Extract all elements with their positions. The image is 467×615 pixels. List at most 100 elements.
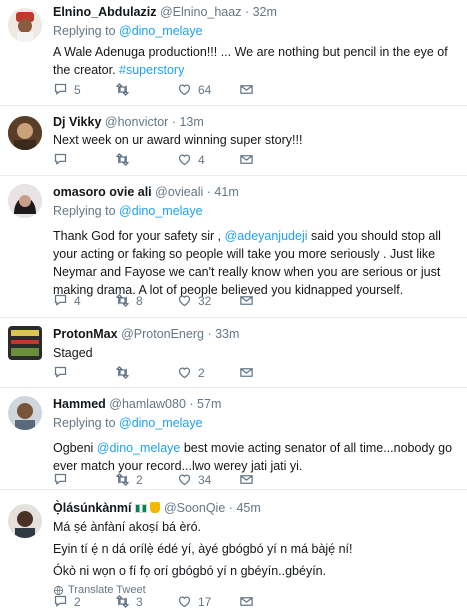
user-handle[interactable]: @ovieali [155, 185, 203, 199]
tweet-text: Thank God for your safety sir , @adeyanj… [53, 227, 459, 299]
display-name[interactable]: Hammed [53, 397, 106, 411]
retweet-button[interactable]: 8 [115, 293, 177, 308]
retweet-count: 2 [136, 472, 143, 487]
tweet-text: Staged [53, 346, 93, 360]
retweet-button[interactable] [115, 365, 177, 380]
tweet-2[interactable]: Dj Vikky @honvictor · 13m Next week on u… [0, 106, 467, 176]
message-button[interactable] [239, 82, 301, 97]
retweet-button[interactable]: 3 [115, 594, 177, 609]
tweet-text-part: Thank God for your safety sir , [53, 229, 225, 243]
retweet-count: 3 [136, 594, 143, 609]
tweet-text: Next week on ur award winning super stor… [53, 133, 303, 147]
like-icon [177, 365, 192, 380]
message-icon [239, 594, 254, 609]
avatar[interactable] [8, 326, 42, 360]
display-name[interactable]: Dj Vikky [53, 115, 101, 129]
user-handle[interactable]: @SoonQie [164, 501, 225, 515]
tweet-4[interactable]: ProtonMax @ProtonEnerg · 33m Staged 2 [0, 318, 467, 388]
reply-count: 5 [74, 82, 81, 97]
user-handle[interactable]: @hamlaw080 [109, 397, 186, 411]
message-button[interactable] [239, 594, 301, 609]
reply-button[interactable] [53, 365, 115, 380]
reply-button[interactable]: 5 [53, 82, 115, 97]
mention-link[interactable]: @dino_melaye [119, 204, 203, 218]
reply-icon [53, 365, 68, 380]
mention-link[interactable]: @adeyanjudeji [225, 229, 308, 243]
retweet-button[interactable]: 2 [115, 472, 177, 487]
message-button[interactable] [239, 152, 301, 167]
user-handle[interactable]: @ProtonEnerg [121, 327, 204, 341]
replying-label: Replying to [53, 416, 120, 430]
replying-to: Replying to @dino_melaye [53, 415, 459, 431]
retweet-button[interactable] [115, 82, 177, 97]
avatar[interactable] [8, 504, 42, 538]
tweet-text-line: Eyin tí ẹ́ n dá orílẹ̀ édé yí, àyé gbógb… [53, 542, 353, 556]
message-button[interactable] [239, 472, 301, 487]
timestamp[interactable]: 57m [197, 397, 221, 411]
avatar[interactable] [8, 396, 42, 430]
avatar[interactable] [8, 8, 42, 42]
message-button[interactable] [239, 293, 301, 308]
timestamp[interactable]: 33m [215, 327, 239, 341]
retweet-icon [115, 152, 130, 167]
separator: · [244, 5, 250, 19]
timestamp[interactable]: 41m [214, 185, 238, 199]
display-name[interactable]: Ọ̀lásúnkànmí [53, 501, 132, 515]
display-name[interactable]: Elnino_Abdulaziz [53, 5, 156, 19]
user-handle[interactable]: @honvictor [105, 115, 168, 129]
retweet-icon [115, 82, 130, 97]
tweet-text: Má ṣé ànfàní akoṣí bá èró. Eyin tí ẹ́ n … [53, 518, 459, 580]
display-name[interactable]: omasoro ovie ali [53, 185, 152, 199]
retweet-button[interactable] [115, 152, 177, 167]
replying-to: Replying to @dino_melaye [53, 203, 459, 219]
separator: · [207, 327, 212, 341]
avatar[interactable] [8, 184, 42, 218]
reply-button[interactable] [53, 472, 115, 487]
like-button[interactable]: 34 [177, 472, 239, 487]
mention-link[interactable]: @dino_melaye [97, 441, 181, 455]
avatar[interactable] [8, 116, 42, 150]
separator: · [206, 185, 211, 199]
tweet-3[interactable]: omasoro ovie ali @ovieali · 41m Replying… [0, 176, 467, 318]
retweet-icon [115, 293, 130, 308]
tweet-header: ProtonMax @ProtonEnerg · 33m [53, 326, 459, 342]
like-button[interactable]: 4 [177, 152, 239, 167]
hashtag-link[interactable]: #superstory [119, 63, 184, 77]
reply-icon [53, 472, 68, 487]
like-count: 64 [198, 82, 212, 97]
message-button[interactable] [239, 365, 301, 380]
message-icon [239, 152, 254, 167]
replying-to: Replying to @dino_melaye [53, 23, 459, 39]
reply-button[interactable]: 2 [53, 594, 115, 609]
like-count: 32 [198, 293, 212, 308]
timestamp[interactable]: 32m [253, 5, 277, 19]
tweet-1[interactable]: Elnino_Abdulaziz @Elnino_haaz · 32m Repl… [0, 0, 467, 106]
tweet-6[interactable]: Ọ̀lásúnkànmí @SoonQie · 45m Má ṣé ànfàní… [0, 490, 467, 615]
timestamp[interactable]: 13m [179, 115, 203, 129]
reply-count: 4 [74, 293, 81, 308]
message-icon [239, 293, 254, 308]
mention-link[interactable]: @dino_melaye [119, 416, 203, 430]
reply-count: 2 [74, 594, 81, 609]
tweet-5[interactable]: Hammed @hamlaw080 · 57m Replying to @din… [0, 388, 467, 490]
tweet-header: Ọ̀lásúnkànmí @SoonQie · 45m [53, 500, 459, 516]
tweet-header: omasoro ovie ali @ovieali · 41m [53, 184, 459, 200]
reply-button[interactable] [53, 152, 115, 167]
like-button[interactable]: 32 [177, 293, 239, 308]
user-handle[interactable]: @Elnino_haaz [160, 5, 242, 19]
reply-icon [53, 82, 68, 97]
like-icon [177, 152, 192, 167]
like-button[interactable]: 2 [177, 365, 239, 380]
like-button[interactable]: 17 [177, 594, 239, 609]
like-button[interactable]: 64 [177, 82, 239, 97]
mention-link[interactable]: @dino_melaye [119, 24, 203, 38]
tweet-text-line: Má ṣé ànfàní akoṣí bá èró. [53, 520, 202, 534]
reply-icon [53, 293, 68, 308]
retweet-icon [115, 365, 130, 380]
like-icon [177, 472, 192, 487]
reply-button[interactable]: 4 [53, 293, 115, 308]
timestamp[interactable]: 45m [236, 501, 260, 515]
tweet-text-part: A Wale Adenuga production!!! ... We are … [53, 45, 448, 77]
like-count: 2 [198, 365, 205, 380]
display-name[interactable]: ProtonMax [53, 327, 118, 341]
